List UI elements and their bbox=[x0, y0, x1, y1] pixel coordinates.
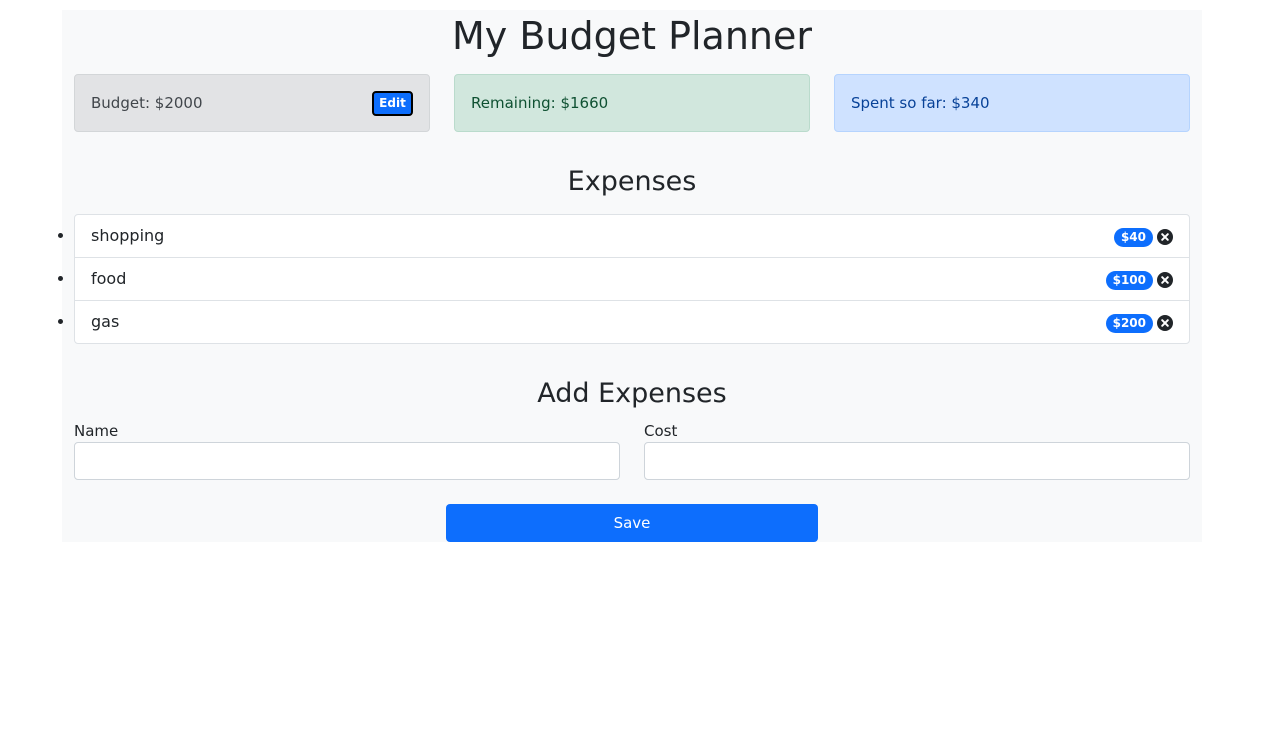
expenses-title: Expenses bbox=[567, 166, 697, 197]
add-expenses-title: Add Expenses bbox=[537, 378, 727, 409]
budget-card: Budget: $2000 Edit bbox=[74, 74, 430, 132]
spent-card: Spent so far: $340 bbox=[834, 74, 1190, 132]
expense-cost-badge: $40 bbox=[1113, 227, 1153, 247]
budget-label: Budget: $2000 bbox=[91, 94, 203, 112]
expense-name: shopping bbox=[91, 226, 165, 245]
expense-cost-badge: $100 bbox=[1105, 270, 1153, 290]
expense-item-gas: gas $200 bbox=[75, 301, 1189, 343]
cost-input[interactable] bbox=[644, 442, 1190, 480]
expense-list: shopping $40 food $100 gas $2 bbox=[74, 214, 1190, 344]
expense-cost-badge: $200 bbox=[1105, 313, 1153, 333]
spent-label: Spent so far: $340 bbox=[851, 94, 990, 112]
times-circle-icon[interactable] bbox=[1157, 272, 1173, 288]
page-title: My Budget Planner bbox=[451, 14, 813, 58]
name-label: Name bbox=[74, 422, 119, 440]
expense-name: food bbox=[91, 269, 127, 288]
times-circle-icon[interactable] bbox=[1157, 315, 1173, 331]
expense-name: gas bbox=[91, 312, 120, 331]
expense-item-shopping: shopping $40 bbox=[75, 215, 1189, 258]
remaining-label: Remaining: $1660 bbox=[471, 94, 609, 112]
expense-item-food: food $100 bbox=[75, 258, 1189, 301]
edit-budget-button[interactable]: Edit bbox=[372, 91, 413, 116]
remaining-card: Remaining: $1660 bbox=[454, 74, 810, 132]
name-input[interactable] bbox=[74, 442, 620, 480]
save-button[interactable]: Save bbox=[446, 504, 818, 542]
times-circle-icon[interactable] bbox=[1157, 229, 1173, 245]
cost-label: Cost bbox=[644, 422, 678, 440]
budget-app-container: My Budget Planner Budget: $2000 Edit Rem… bbox=[62, 10, 1202, 542]
